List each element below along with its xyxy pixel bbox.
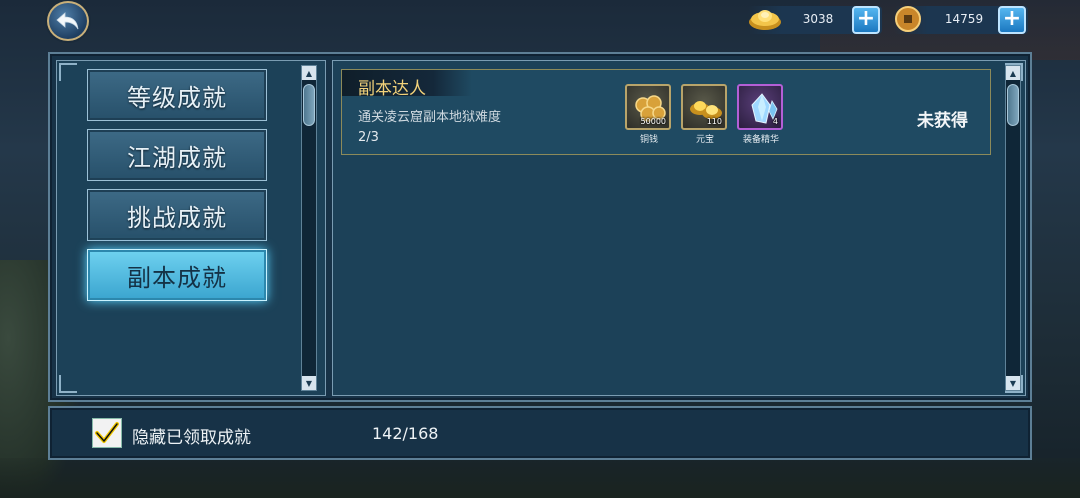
coin-icon: [895, 6, 921, 32]
achievement-item: 副本达人 通关凌云窟副本地狱难度 2/3 50000 铜钱 110 元宝 4 装…: [341, 69, 991, 155]
category-scrollbar[interactable]: ▲ ▼: [301, 65, 317, 391]
yuanbao-currency: 3038 +: [748, 6, 882, 34]
reward-name: 铜钱: [639, 135, 658, 145]
scroll-up-icon[interactable]: ▲: [302, 66, 316, 80]
category-level-button[interactable]: 等级成就: [87, 69, 267, 121]
scroll-thumb[interactable]: [1007, 84, 1019, 126]
reward-yuanbao[interactable]: 110 元宝: [681, 84, 729, 145]
scroll-down-icon[interactable]: ▼: [1006, 376, 1020, 390]
achievement-count: 142/168: [372, 424, 439, 443]
corner-ornament: [59, 375, 77, 393]
reward-name: 元宝: [695, 135, 714, 145]
yuanbao-value: 3038: [802, 12, 834, 26]
scroll-thumb[interactable]: [303, 84, 315, 126]
reward-name: 装备精华: [742, 135, 779, 145]
achievement-status: 未获得: [917, 111, 968, 131]
scroll-down-icon[interactable]: ▼: [302, 376, 316, 390]
reward-quantity: 4: [772, 117, 778, 126]
reward-copper[interactable]: 50000 铜钱: [625, 84, 673, 145]
yuanbao-icon: [749, 10, 781, 30]
achievement-description: 通关凌云窟副本地狱难度: [358, 110, 502, 125]
reward-slot: 110: [681, 84, 727, 130]
plus-icon: +: [856, 6, 876, 31]
hide-claimed-label: 隐藏已领取成就: [132, 428, 251, 448]
hide-claimed-checkbox[interactable]: [92, 418, 122, 448]
reward-equipment-essence[interactable]: 4 装备精华: [737, 84, 785, 145]
achievement-window: 等级成就 江湖成就 挑战成就 副本成就 ▲ ▼ 副本达人 通关凌云窟副本地狱难度…: [48, 52, 1032, 402]
category-challenge-button[interactable]: 挑战成就: [87, 189, 267, 241]
back-button[interactable]: [47, 1, 89, 41]
footer-bar: 隐藏已领取成就 142/168: [48, 406, 1032, 460]
reward-quantity: 50000: [640, 117, 666, 126]
category-dungeon-button[interactable]: 副本成就: [87, 249, 267, 301]
coin-currency: 14759 +: [894, 6, 1028, 34]
achievement-list-panel: 副本达人 通关凌云窟副本地狱难度 2/3 50000 铜钱 110 元宝 4 装…: [332, 60, 1026, 396]
plus-icon: +: [1002, 6, 1022, 31]
scroll-up-icon[interactable]: ▲: [1006, 66, 1020, 80]
reward-slot: 50000: [625, 84, 671, 130]
category-panel: 等级成就 江湖成就 挑战成就 副本成就 ▲ ▼: [56, 60, 326, 396]
checkmark-icon: [95, 422, 119, 443]
coin-value: 14759: [944, 12, 984, 26]
reward-quantity: 110: [706, 117, 722, 126]
add-coin-button[interactable]: +: [998, 6, 1026, 34]
background-scenery-bottom: [0, 458, 1080, 498]
corner-ornament: [59, 63, 77, 81]
achievement-progress: 2/3: [358, 130, 379, 145]
reward-slot: 4: [737, 84, 783, 130]
category-jianghu-button[interactable]: 江湖成就: [87, 129, 267, 181]
achievement-title: 副本达人: [358, 79, 426, 99]
add-yuanbao-button[interactable]: +: [852, 6, 880, 34]
back-arrow-icon: [56, 12, 79, 30]
achievement-scrollbar[interactable]: ▲ ▼: [1005, 65, 1021, 391]
